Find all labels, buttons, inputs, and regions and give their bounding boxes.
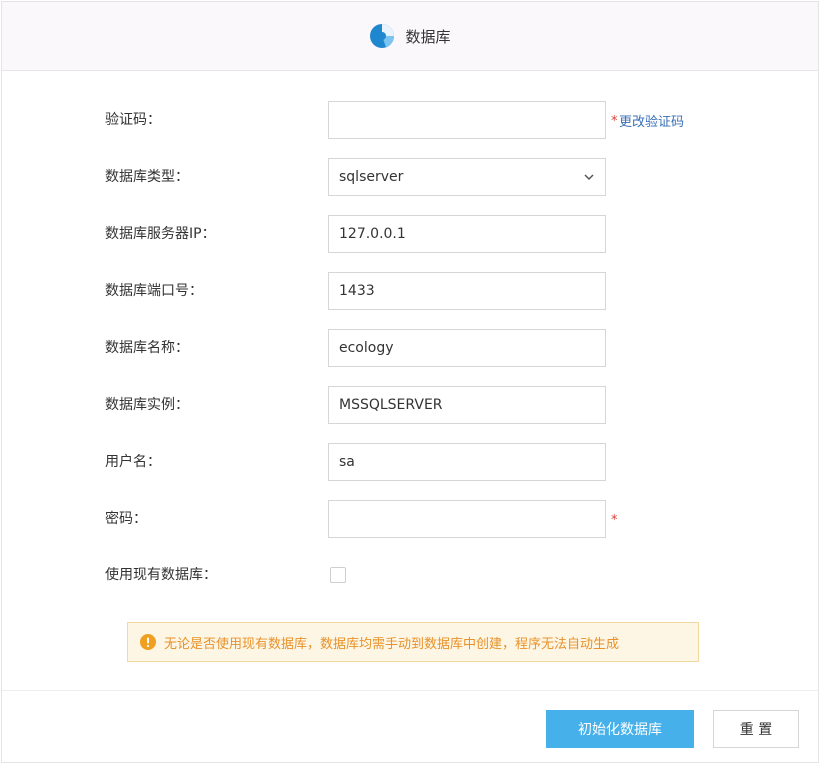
- username-row: 用户名：: [2, 443, 818, 481]
- db-type-selected-value: sqlserver: [339, 169, 404, 185]
- reset-button[interactable]: 重 置: [713, 710, 799, 748]
- server-ip-label: 数据库服务器IP：: [105, 226, 216, 242]
- db-type-label: 数据库类型：: [105, 169, 189, 185]
- verification-code-label: 验证码：: [105, 112, 161, 128]
- warning-text: 无论是否使用现有数据库，数据库均需手动到数据库中创建，程序无法自动生成: [164, 636, 620, 652]
- db-name-row: 数据库名称：: [2, 329, 818, 367]
- password-input[interactable]: [328, 500, 606, 538]
- use-existing-row: 使用现有数据库：: [2, 556, 818, 594]
- warning-icon: [140, 634, 156, 650]
- verification-code-input[interactable]: [328, 101, 606, 139]
- use-existing-label: 使用现有数据库：: [105, 567, 217, 583]
- port-input[interactable]: [328, 272, 606, 310]
- change-verification-code-link[interactable]: 更改验证码: [619, 111, 684, 130]
- database-pie-icon: [370, 24, 395, 48]
- warning-notice: 无论是否使用现有数据库，数据库均需手动到数据库中创建，程序无法自动生成: [127, 622, 699, 662]
- password-row: 密码： *: [2, 500, 818, 538]
- footer-divider: [2, 690, 818, 691]
- database-setup-panel: 数据库 验证码： * 更改验证码 数据库类型： sqlserver 数据库服务器…: [1, 1, 819, 763]
- instance-label: 数据库实例：: [105, 397, 189, 413]
- panel-title: 数据库: [405, 27, 451, 46]
- db-type-row: 数据库类型： sqlserver: [2, 158, 818, 196]
- required-marker: *: [611, 114, 618, 129]
- chevron-down-icon: [584, 174, 594, 181]
- username-input[interactable]: [328, 443, 606, 481]
- required-marker: *: [611, 513, 618, 528]
- instance-input[interactable]: [328, 386, 606, 424]
- username-label: 用户名：: [105, 454, 161, 470]
- use-existing-checkbox[interactable]: [330, 567, 346, 583]
- server-ip-row: 数据库服务器IP：: [2, 215, 818, 253]
- port-row: 数据库端口号：: [2, 272, 818, 310]
- panel-header: 数据库: [2, 2, 818, 71]
- db-type-select[interactable]: sqlserver: [328, 158, 606, 196]
- db-name-label: 数据库名称：: [105, 340, 189, 356]
- port-label: 数据库端口号：: [105, 283, 203, 299]
- password-label: 密码：: [105, 511, 147, 527]
- server-ip-input[interactable]: [328, 215, 606, 253]
- verification-code-row: 验证码： * 更改验证码: [2, 101, 818, 139]
- db-name-input[interactable]: [328, 329, 606, 367]
- instance-row: 数据库实例：: [2, 386, 818, 424]
- init-database-button[interactable]: 初始化数据库: [546, 710, 694, 748]
